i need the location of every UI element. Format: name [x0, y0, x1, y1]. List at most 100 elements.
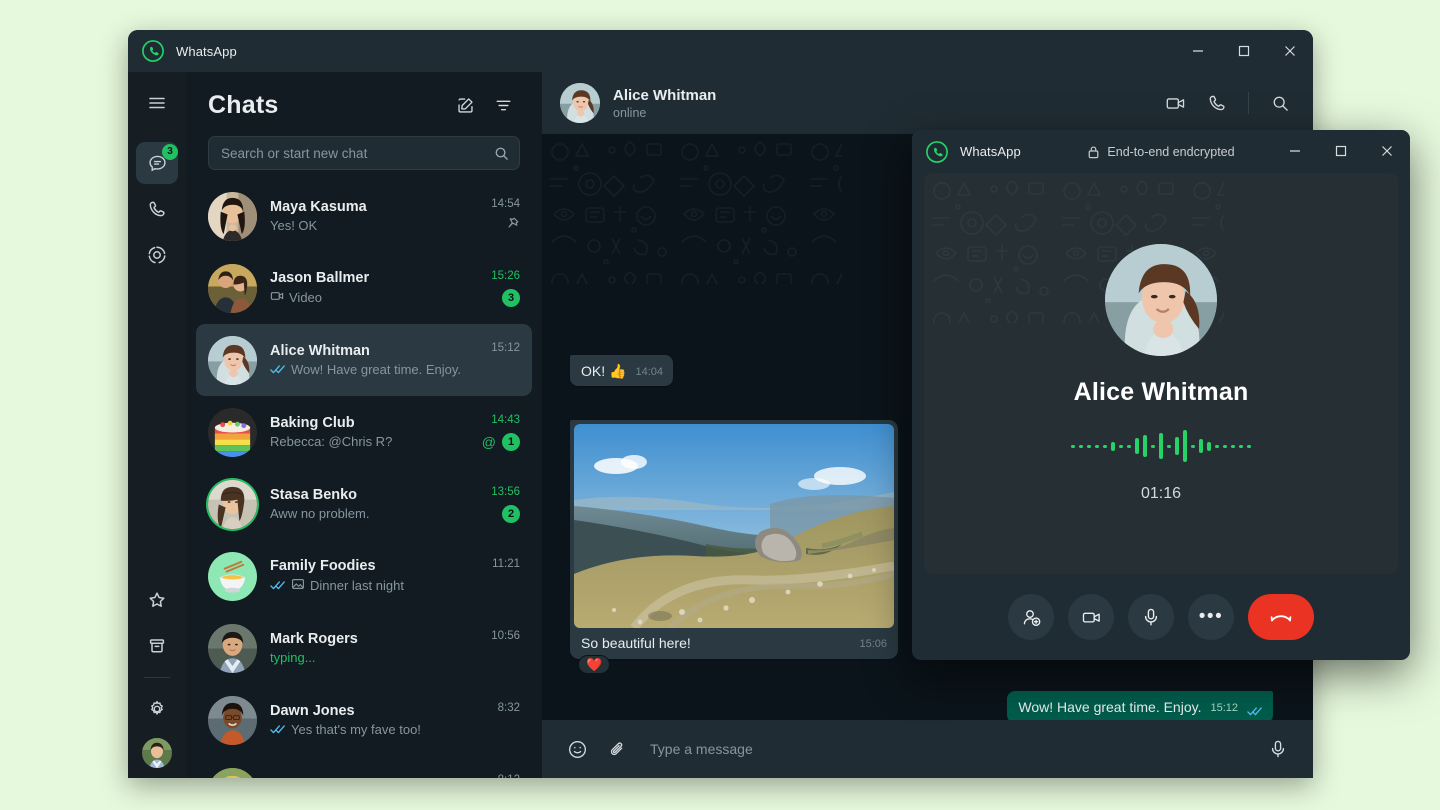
search-box[interactable] [208, 136, 520, 170]
waveform-bar [1191, 445, 1195, 448]
waveform-bar [1071, 445, 1075, 448]
lock-icon [1087, 145, 1100, 159]
call-app-title: WhatsApp [960, 144, 1021, 159]
sidebar-item-chats[interactable]: 3 [136, 142, 178, 184]
photo-caption: So beautiful here! [581, 635, 691, 651]
chat-text: Baking Club Rebecca: @Chris R? [270, 415, 469, 449]
waveform-bar [1207, 442, 1211, 451]
audio-waveform [1071, 429, 1251, 463]
minimize-button[interactable] [1175, 30, 1221, 72]
sidebar-item-status[interactable] [136, 234, 178, 276]
chat-list-item-maya-kasuma[interactable]: Maya Kasuma Yes! OK 14:54 [196, 180, 532, 252]
waveform-bar [1103, 445, 1107, 448]
new-chat-button[interactable] [448, 88, 482, 122]
add-participant-button[interactable] [1008, 594, 1054, 640]
video-call-button[interactable] [1158, 86, 1192, 120]
message-reaction[interactable]: ❤️ [578, 655, 610, 674]
window-titlebar: WhatsApp [128, 30, 1313, 72]
contact-name: Alice Whitman [613, 87, 1158, 104]
chat-meta-column: 14:43 @ 1 [482, 410, 520, 454]
call-close-button[interactable] [1364, 130, 1410, 172]
avatar [208, 480, 257, 529]
waveform-bar [1079, 445, 1083, 448]
chat-list-item-mark-rogers[interactable]: Mark Rogers typing... 10:56 [196, 612, 532, 684]
call-duration: 01:16 [1141, 485, 1181, 503]
chat-time: 14:43 [491, 414, 520, 426]
chats-unread-badge: 3 [162, 144, 178, 160]
whatsapp-logo-icon [142, 40, 164, 62]
message-input[interactable] [640, 741, 1255, 757]
chat-list-item-alice-whitman[interactable]: Alice Whitman Wow! Have great time. Enjo… [196, 324, 532, 396]
photo-caption-row: So beautiful here! 15:06 [574, 628, 894, 659]
message-bubble-outgoing[interactable]: Wow! Have great time. Enjoy. 15:12 [1007, 691, 1273, 720]
chat-list-item-stasa-benko[interactable]: Stasa Benko Aww no problem. 13:56 2 [196, 468, 532, 540]
attach-button[interactable] [600, 732, 634, 766]
unread-badge: 1 [502, 433, 520, 451]
maximize-button[interactable] [1221, 30, 1267, 72]
voice-call-button[interactable] [1200, 86, 1234, 120]
chat-meta-column: 8:32 [498, 698, 520, 742]
message-photo[interactable] [574, 424, 894, 628]
search-input[interactable] [221, 146, 494, 161]
mute-microphone-button[interactable] [1128, 594, 1174, 640]
pin-icon [505, 216, 520, 236]
chat-meta-column: 10:56 [491, 626, 520, 670]
more-options-button[interactable]: ••• [1188, 594, 1234, 640]
app-title: WhatsApp [176, 44, 237, 59]
sidebar-item-calls[interactable] [136, 188, 178, 230]
sidebar-item-settings[interactable] [136, 688, 178, 730]
chat-list-panel: Chats [186, 72, 542, 778]
chat-list-item-ziggy-woodley[interactable]: Ziggy Woodley 8:12 [196, 756, 532, 778]
close-button[interactable] [1267, 30, 1313, 72]
waveform-bar [1175, 437, 1179, 455]
chat-meta-column: 11:21 [492, 554, 520, 598]
navigation-rail: 3 [128, 72, 186, 778]
call-minimize-button[interactable] [1272, 130, 1318, 172]
sidebar-item-starred[interactable] [136, 579, 178, 621]
message-bubble-incoming[interactable]: OK! 👍 14:04 [570, 355, 673, 386]
avatar [208, 264, 257, 313]
call-maximize-button[interactable] [1318, 130, 1364, 172]
message-bubble-photo[interactable]: So beautiful here! 15:06 ❤️ [570, 420, 898, 659]
chat-preview: Yes! OK [270, 218, 478, 233]
switch-to-video-button[interactable] [1068, 594, 1114, 640]
search-in-chat-button[interactable] [1263, 86, 1297, 120]
filter-chats-button[interactable] [486, 88, 520, 122]
chat-list-item-baking-club[interactable]: Baking Club Rebecca: @Chris R? 14:43 @ 1 [196, 396, 532, 468]
waveform-bar [1247, 445, 1251, 448]
sidebar-item-archived[interactable] [136, 625, 178, 667]
hamburger-menu-button[interactable] [136, 82, 178, 124]
message-timestamp: 14:04 [635, 365, 663, 380]
window-controls [1175, 30, 1313, 72]
chat-time: 15:12 [491, 342, 520, 354]
emoji-button[interactable] [560, 732, 594, 766]
chat-preview-text: Wow! Have great time. Enjoy. [291, 362, 461, 377]
waveform-bar [1119, 445, 1123, 448]
waveform-bar [1159, 433, 1163, 459]
unread-badge: 3 [502, 289, 520, 307]
chat-list-item-jason-ballmer[interactable]: Jason Ballmer Video 15:26 [196, 252, 532, 324]
profile-avatar[interactable] [142, 738, 172, 768]
end-call-button[interactable] [1248, 594, 1314, 640]
chat-list-item-family-foodies[interactable]: Family Foodies [196, 540, 532, 612]
chat-list[interactable]: Maya Kasuma Yes! OK 14:54 [186, 180, 542, 778]
waveform-bar [1183, 430, 1187, 462]
chat-name: Stasa Benko [270, 487, 478, 503]
contact-avatar[interactable] [560, 83, 600, 123]
voice-call-window: WhatsApp End-to-end endcrypted [912, 130, 1410, 660]
call-stage: Alice Whitman 01:16 [924, 173, 1398, 574]
chat-meta-column: 15:12 [491, 338, 520, 382]
conversation-header[interactable]: Alice Whitman online [542, 72, 1313, 134]
chat-list-item-dawn-jones[interactable]: Dawn Jones Yes that's my fave too! 8:32 [196, 684, 532, 756]
chat-name: Mark Rogers [270, 631, 478, 647]
chat-preview-text: Video [289, 290, 322, 305]
voice-message-button[interactable] [1261, 732, 1295, 766]
chat-meta-column: 8:12 [498, 770, 520, 778]
contact-status: online [613, 106, 1158, 120]
waveform-bar [1095, 445, 1099, 448]
chat-meta-column: 13:56 2 [491, 482, 520, 526]
message-text: OK! 👍 [581, 362, 626, 380]
chat-time: 8:32 [498, 702, 520, 714]
chat-text: Mark Rogers typing... [270, 631, 478, 665]
chat-text: Jason Ballmer Video [270, 270, 478, 306]
